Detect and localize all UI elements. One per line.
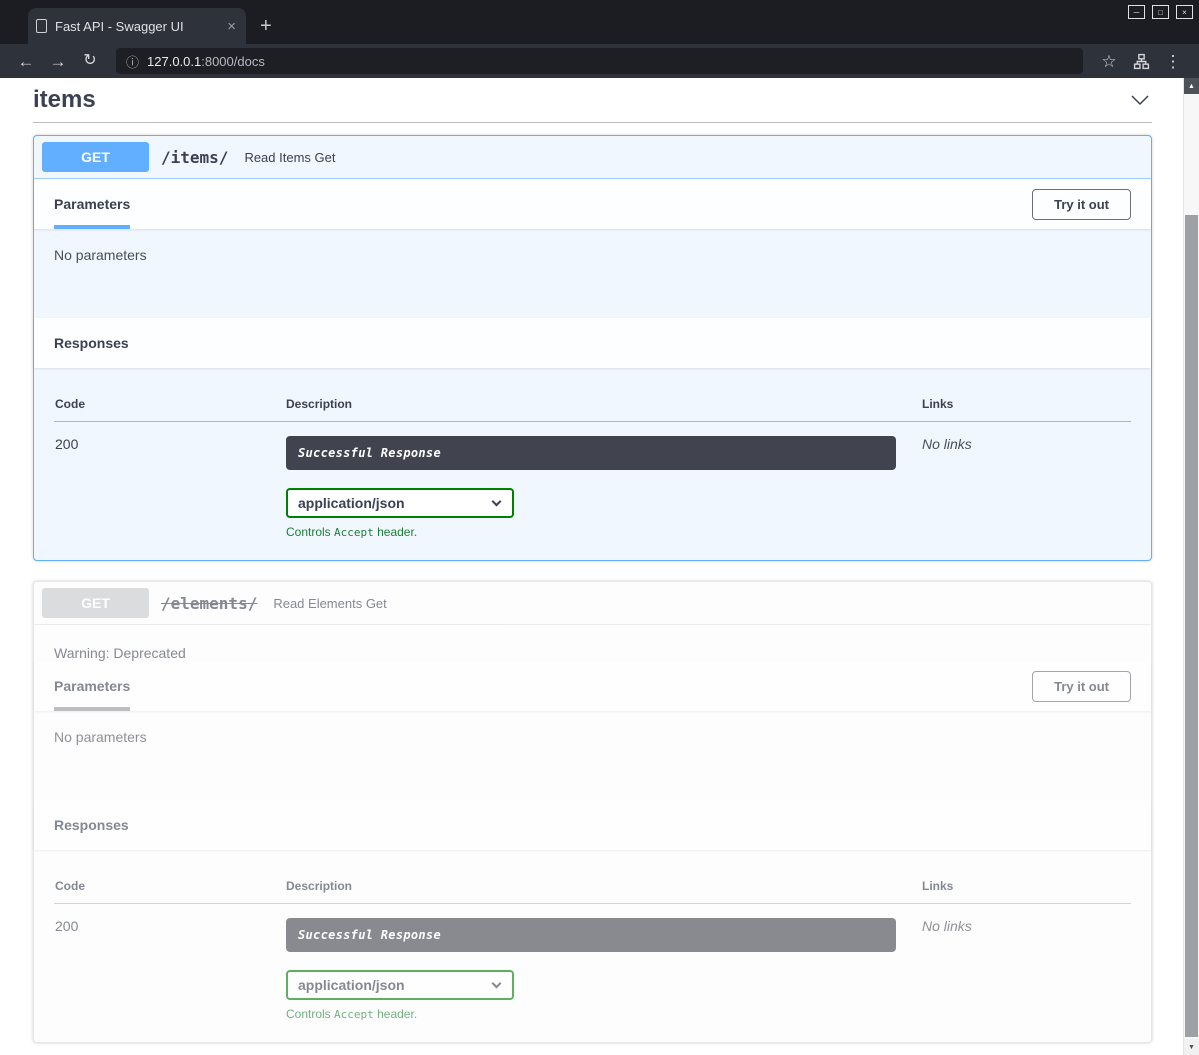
status-code: 200 [54, 904, 285, 1023]
responses-title: Responses [54, 817, 129, 833]
url-path: :8000/docs [201, 54, 265, 69]
parameters-tab: Parameters [54, 661, 130, 711]
links-value: No links [921, 904, 1131, 1023]
scroll-up-icon[interactable]: ▲ [1184, 78, 1199, 94]
address-bar[interactable]: ⓘ 127.0.0.1:8000/docs [116, 48, 1083, 74]
swagger-page: items GET /items/ Read Items Get Paramet… [0, 78, 1199, 1055]
method-badge: GET [42, 588, 149, 618]
links-column-header: Links [921, 878, 1131, 904]
media-type-value: application/json [298, 977, 405, 993]
response-row: 200 Successful Response application/json… [54, 904, 1131, 1023]
window-controls: ─ □ × [1128, 5, 1193, 19]
code-column-header: Code [54, 878, 285, 904]
parameters-body: No parameters [34, 229, 1151, 318]
vertical-scrollbar[interactable]: ▲ ▼ [1183, 78, 1199, 1055]
url-host: 127.0.0.1 [147, 54, 201, 69]
items-section-header: items [33, 86, 1152, 123]
scroll-down-icon[interactable]: ▼ [1184, 1039, 1199, 1055]
media-type-select[interactable]: application/json [286, 970, 514, 1000]
parameters-header: Parameters Try it out [34, 661, 1151, 711]
parameters-body: No parameters [34, 711, 1151, 800]
operation-summary[interactable]: GET /items/ Read Items Get [34, 136, 1151, 179]
opblock-get-elements-deprecated: GET /elements/ Read Elements Get Warning… [33, 581, 1152, 1043]
forward-icon[interactable]: → [44, 53, 72, 70]
deprecated-warning: Warning: Deprecated [34, 625, 1151, 661]
operation-path: /elements/ [161, 594, 257, 613]
maximize-button[interactable]: □ [1152, 5, 1169, 19]
bookmark-star-icon[interactable]: ☆ [1095, 53, 1123, 70]
response-description: Successful Response [286, 436, 896, 470]
tab-title: Fast API - Swagger UI [55, 19, 217, 34]
response-row: 200 Successful Response application/json… [54, 422, 1131, 541]
links-column-header: Links [921, 396, 1131, 422]
tab-close-icon[interactable]: × [225, 19, 238, 34]
code-column-header: Code [54, 396, 285, 422]
operation-summary-text: Read Elements Get [273, 596, 386, 611]
try-it-out-button[interactable]: Try it out [1032, 671, 1131, 702]
method-badge: GET [42, 142, 149, 172]
minimize-button[interactable]: ─ [1128, 5, 1145, 19]
no-parameters-text: No parameters [54, 729, 1131, 745]
page-content: items GET /items/ Read Items Get Paramet… [0, 78, 1199, 1043]
browser-titlebar: Fast API - Swagger UI × + ─ □ × [0, 0, 1199, 44]
links-value: No links [921, 422, 1131, 541]
parameters-header: Parameters Try it out [34, 179, 1151, 229]
browser-tab[interactable]: Fast API - Swagger UI × [28, 8, 246, 44]
opblock-get-items: GET /items/ Read Items Get Parameters Tr… [33, 135, 1152, 561]
section-title[interactable]: items [33, 86, 96, 114]
chevron-down-icon [492, 979, 502, 989]
accept-header-note: Controls Accept header. [286, 525, 920, 539]
back-icon[interactable]: ← [12, 53, 40, 70]
responses-header: Responses [34, 800, 1151, 850]
browser-navbar: ← → ↻ ⓘ 127.0.0.1:8000/docs ☆ ⋮ [0, 44, 1199, 78]
operation-summary-text: Read Items Get [244, 150, 335, 165]
no-parameters-text: No parameters [54, 247, 1131, 263]
scrollbar-thumb[interactable] [1185, 215, 1198, 1037]
media-type-select[interactable]: application/json [286, 488, 514, 518]
responses-title: Responses [54, 335, 129, 351]
url-text: 127.0.0.1:8000/docs [147, 54, 265, 69]
info-icon[interactable]: ⓘ [126, 52, 139, 71]
responses-header: Responses [34, 318, 1151, 368]
new-tab-button[interactable]: + [260, 16, 272, 36]
operation-path: /items/ [161, 148, 228, 167]
menu-dots-icon[interactable]: ⋮ [1159, 53, 1187, 70]
response-description: Successful Response [286, 918, 896, 952]
try-it-out-button[interactable]: Try it out [1032, 189, 1131, 220]
chevron-down-icon[interactable] [1128, 88, 1152, 112]
responses-table: Code Description Links 200 Successful Re… [54, 396, 1131, 540]
media-type-value: application/json [298, 495, 405, 511]
page-favicon-icon [36, 19, 47, 33]
responses-table: Code Description Links 200 Successful Re… [54, 878, 1131, 1022]
reload-icon[interactable]: ↻ [76, 53, 104, 69]
responses-body: Code Description Links 200 Successful Re… [34, 850, 1151, 1042]
accept-header-note: Controls Accept header. [286, 1007, 920, 1021]
browser-hub-icon[interactable] [1127, 53, 1155, 70]
description-column-header: Description [285, 878, 921, 904]
close-button[interactable]: × [1176, 5, 1193, 19]
description-column-header: Description [285, 396, 921, 422]
responses-body: Code Description Links 200 Successful Re… [34, 368, 1151, 560]
parameters-tab: Parameters [54, 179, 130, 229]
status-code: 200 [54, 422, 285, 541]
operation-summary[interactable]: GET /elements/ Read Elements Get [34, 582, 1151, 625]
chevron-down-icon [492, 497, 502, 507]
